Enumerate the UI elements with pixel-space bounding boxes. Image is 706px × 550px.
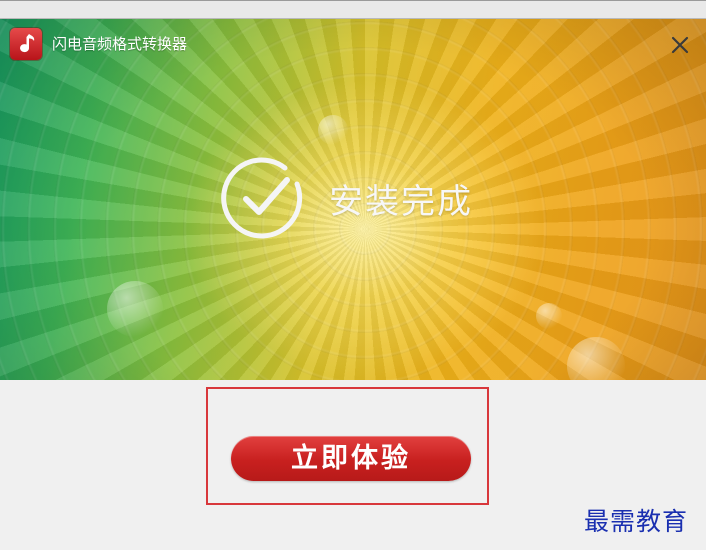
close-icon [671,36,689,54]
decor-orb [318,115,348,145]
start-experience-button[interactable]: 立即体验 [231,436,471,481]
install-complete-text: 安装完成 [329,182,473,222]
check-circle-icon [219,154,309,244]
window-top-edge [0,1,706,19]
installer-window: 闪电音频格式转换器 安装完成 立即体验 最需教育 [0,0,706,550]
watermark: 最需教育 [584,507,689,536]
window-title: 闪电音频格式转换器 [52,35,188,53]
close-button[interactable] [666,31,694,59]
music-note-icon [10,28,42,60]
decor-orb [536,303,562,329]
decor-orb [107,281,163,337]
